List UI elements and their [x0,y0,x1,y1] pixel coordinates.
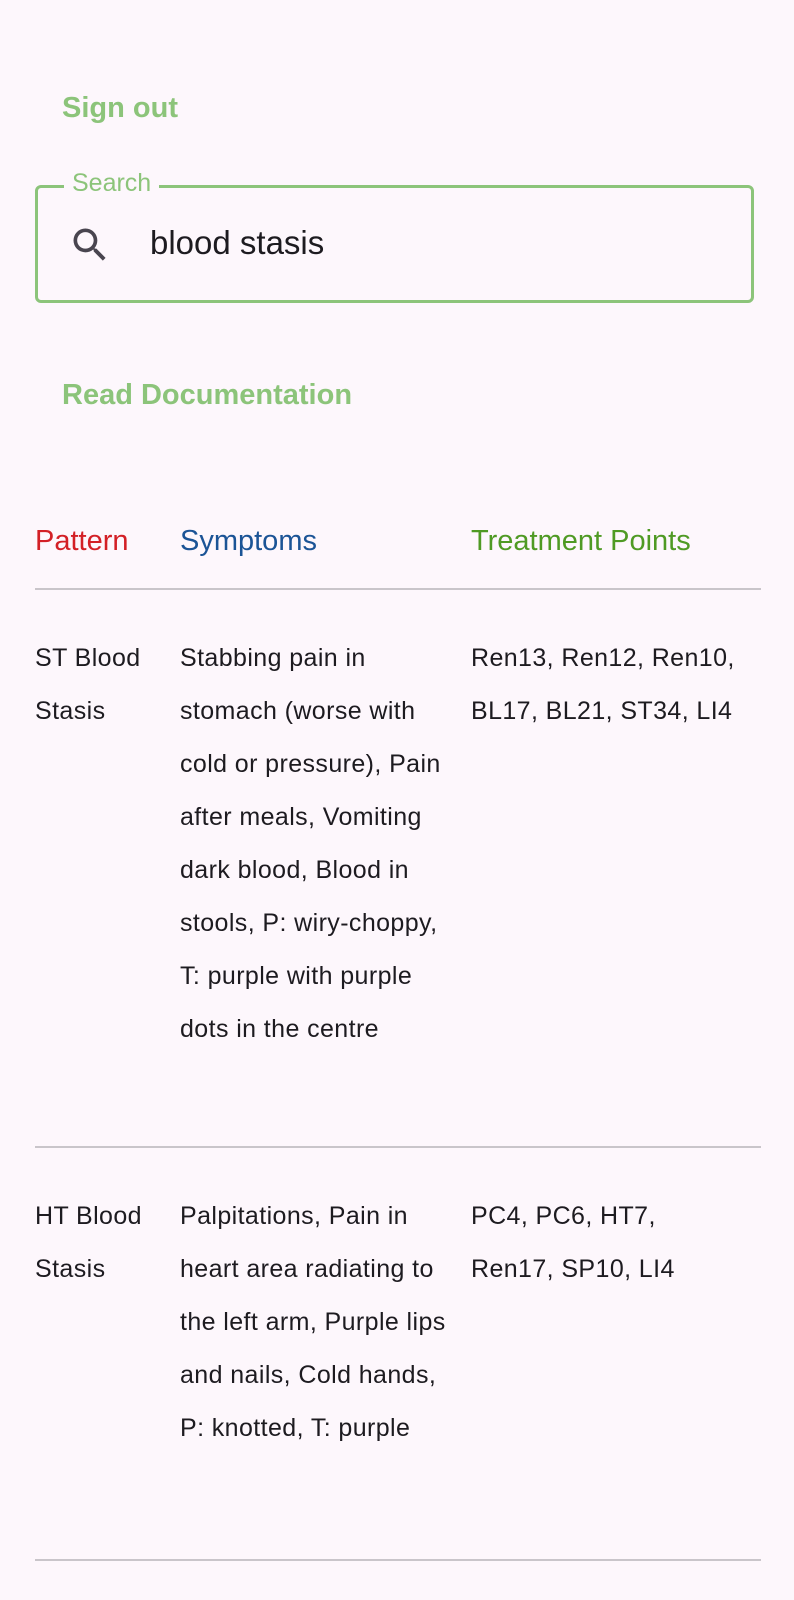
search-input[interactable] [150,217,730,269]
column-header-pattern: Pattern [35,525,129,557]
search-field[interactable]: Search [35,169,754,303]
table-row: HT Blood Stasis Palpitations, Pain in he… [35,1148,761,1561]
search-icon [68,223,112,267]
search-field-label: Search [64,169,160,198]
pattern-cell: ST Blood Stasis [35,644,141,725]
column-header-treatment-points: Treatment Points [471,525,691,557]
table-row: ST Blood Stasis Stabbing pain in stomach… [35,590,761,1148]
read-documentation-button[interactable]: Read Documentation [62,379,352,412]
patterns-table: Pattern Symptoms Treatment Points ST Blo… [35,510,761,1561]
table-header-row: Pattern Symptoms Treatment Points [35,510,761,590]
treatment-points-cell: Ren13, Ren12, Ren10, BL17, BL21, ST34, L… [471,644,735,725]
column-header-symptoms: Symptoms [180,525,317,557]
symptoms-cell: Palpitations, Pain in heart area radiati… [180,1202,446,1442]
sign-out-button[interactable]: Sign out [62,92,178,125]
pattern-cell: HT Blood Stasis [35,1202,142,1283]
symptoms-cell: Stabbing pain in stomach (worse with col… [180,644,441,1043]
treatment-points-cell: PC4, PC6, HT7, Ren17, SP10, LI4 [471,1202,675,1283]
